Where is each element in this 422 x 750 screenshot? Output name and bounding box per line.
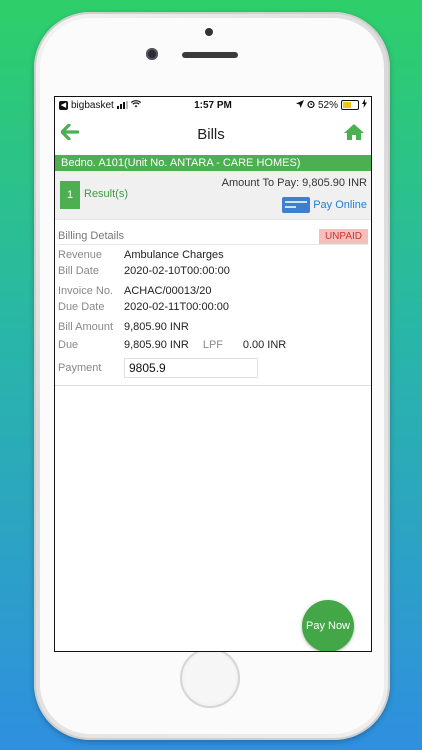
location-icon — [295, 99, 304, 111]
revenue-label: Revenue — [58, 249, 103, 261]
due-row: Due 9,805.90 INR LPF 0.00 INR — [58, 337, 368, 353]
proximity-sensor — [205, 28, 213, 36]
home-icon[interactable] — [343, 123, 365, 146]
billing-details-title: Billing Details — [58, 230, 125, 242]
due-date-row: Due Date 2020-02-11T00:00:00 — [58, 299, 368, 315]
revenue-row: Revenue Ambulance Charges — [58, 247, 368, 263]
payment-label: Payment — [58, 362, 102, 374]
bill-amount-row: Bill Amount 9,805.90 INR — [58, 319, 368, 335]
arrow-left-icon[interactable] — [60, 122, 80, 145]
bill-amount-value: 9,805.90 INR — [124, 321, 189, 333]
billing-details: Billing Details UNPAID Revenue Ambulance… — [55, 228, 371, 379]
invoice-row: Invoice No. ACHAC/00013/20 — [58, 283, 368, 299]
bill-date-value: 2020-02-10T00:00:00 — [124, 265, 230, 277]
home-button[interactable] — [180, 648, 240, 708]
page-title: Bills — [197, 125, 225, 143]
status-app-name: bigbasket — [71, 99, 114, 111]
billing-details-header: Billing Details UNPAID — [58, 228, 368, 245]
status-badge: UNPAID — [318, 228, 368, 244]
amount-to-pay: Amount To Pay: 9,805.90 INR — [221, 177, 367, 189]
battery-percent: 52% — [317, 99, 338, 111]
revenue-value: Ambulance Charges — [124, 249, 224, 261]
charging-icon — [362, 99, 367, 111]
app-screen: ◀ bigbasket 1:57 PM 52% Bills Bedno. A10… — [54, 96, 372, 652]
payment-row: Payment — [58, 357, 368, 379]
front-camera — [146, 48, 158, 60]
bill-date-row: Bill Date 2020-02-10T00:00:00 — [58, 263, 368, 279]
invoice-label: Invoice No. — [58, 285, 114, 297]
result-count: 1 — [60, 181, 80, 209]
back-to-app-icon[interactable]: ◀ — [59, 100, 68, 110]
bed-banner: Bedno. A101(Unit No. ANTARA - CARE HOMES… — [55, 155, 371, 171]
pay-now-button[interactable]: Pay Now — [302, 600, 354, 651]
results-label: Result(s) — [84, 188, 129, 200]
pay-online-label: Pay Online — [313, 199, 367, 211]
signal-icon — [116, 101, 128, 109]
lpf-label: LPF — [202, 339, 224, 351]
invoice-value: ACHAC/00013/20 — [124, 285, 212, 297]
due-value: 9,805.90 INR — [124, 339, 189, 351]
results-summary: 1 Result(s) Amount To Pay: 9,805.90 INR … — [55, 171, 371, 220]
due-label: Due — [58, 339, 79, 351]
lpf-value: 0.00 INR — [242, 339, 287, 351]
app-header: Bills — [55, 113, 371, 155]
due-date-value: 2020-02-11T00:00:00 — [124, 301, 229, 313]
alarm-icon — [307, 100, 315, 111]
section-divider — [55, 385, 371, 386]
payment-input[interactable] — [124, 358, 258, 378]
pay-online-button[interactable]: Pay Online — [282, 197, 367, 213]
status-bar: ◀ bigbasket 1:57 PM 52% — [55, 97, 371, 113]
due-date-label: Due Date — [58, 301, 105, 313]
earpiece-speaker — [182, 52, 238, 58]
credit-card-icon — [282, 197, 311, 213]
bill-amount-label: Bill Amount — [58, 321, 114, 333]
wifi-icon — [130, 99, 141, 111]
battery-icon — [341, 100, 359, 110]
phone-frame: ◀ bigbasket 1:57 PM 52% Bills Bedno. A10… — [34, 12, 390, 740]
bill-date-label: Bill Date — [58, 265, 99, 277]
